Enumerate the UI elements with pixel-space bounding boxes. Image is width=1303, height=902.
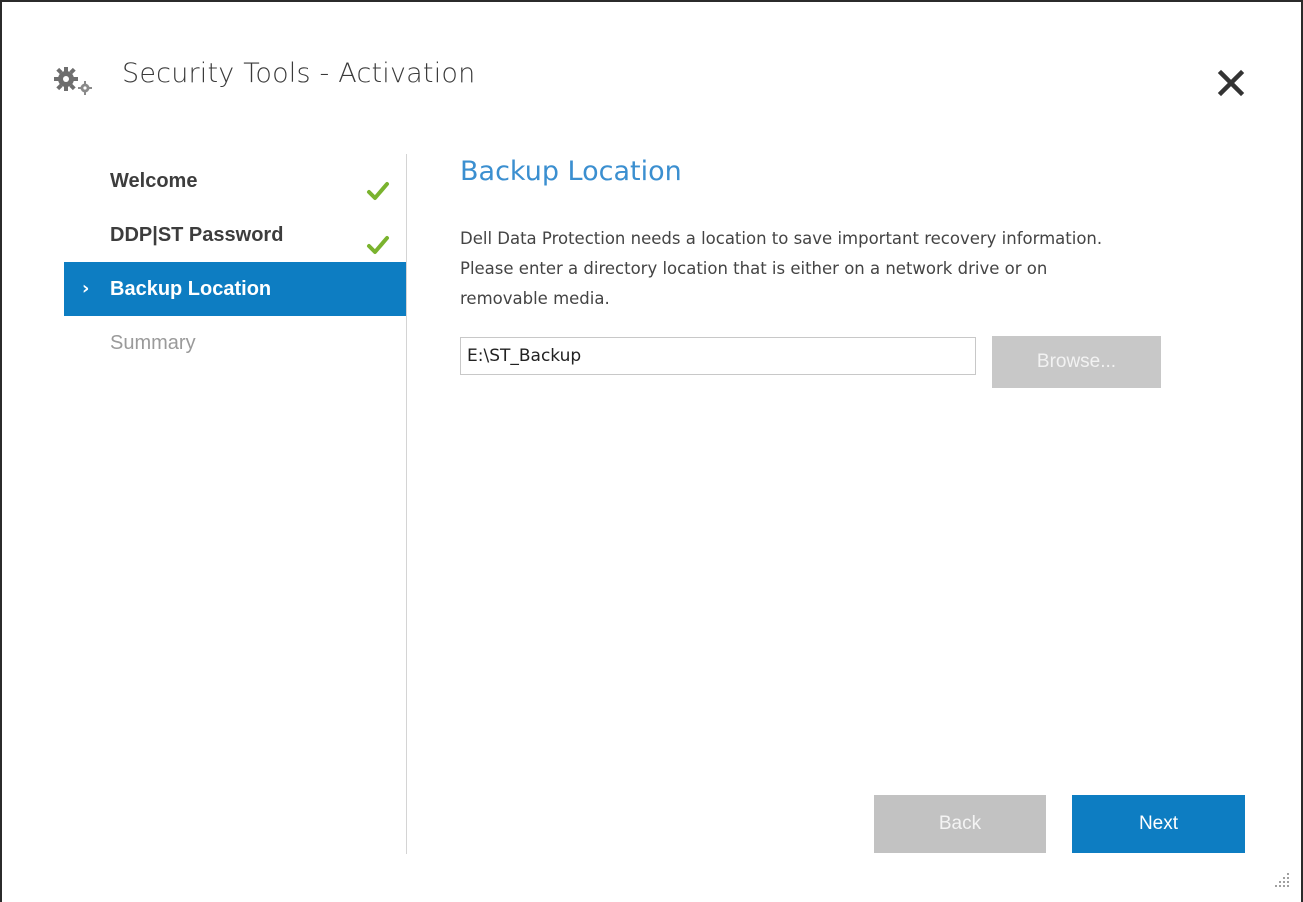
back-button[interactable]: Back: [874, 795, 1046, 853]
wizard-steps-nav: Welcome DDP|ST Password › Backup Locatio…: [64, 154, 406, 370]
close-icon: [1214, 69, 1248, 104]
window-title: Security Tools - Activation: [122, 58, 476, 89]
nav-item-summary: Summary: [64, 316, 406, 370]
nav-item-label: Summary: [110, 332, 196, 354]
description-line: removable media.: [460, 289, 610, 308]
description-line: Dell Data Protection needs a location to…: [460, 229, 1103, 248]
nav-divider: [406, 154, 407, 854]
activation-window: Security Tools - Activation Welcome DDP|…: [0, 0, 1303, 902]
nav-item-label: DDP|ST Password: [110, 224, 284, 246]
chevron-right-icon: ›: [82, 278, 90, 299]
nav-item-ddp-st-password[interactable]: DDP|ST Password: [64, 208, 406, 262]
description-line: Please enter a directory location that i…: [460, 259, 1048, 278]
nav-item-label: Backup Location: [110, 278, 272, 300]
nav-item-welcome[interactable]: Welcome: [64, 154, 406, 208]
close-button[interactable]: [1214, 66, 1248, 100]
check-icon: [366, 169, 390, 200]
title-bar: Security Tools - Activation: [2, 2, 1301, 142]
next-button[interactable]: Next: [1072, 795, 1245, 853]
browse-button[interactable]: Browse...: [992, 336, 1161, 388]
description-text: Dell Data Protection needs a location to…: [460, 224, 1220, 314]
page-heading: Backup Location: [460, 156, 682, 187]
backup-path-input[interactable]: [460, 337, 976, 375]
nav-item-label: Welcome: [110, 170, 198, 192]
resize-grip-icon[interactable]: [1270, 868, 1292, 890]
gears-icon: [54, 66, 94, 96]
check-icon: [366, 223, 390, 254]
nav-item-backup-location[interactable]: › Backup Location: [64, 262, 406, 316]
